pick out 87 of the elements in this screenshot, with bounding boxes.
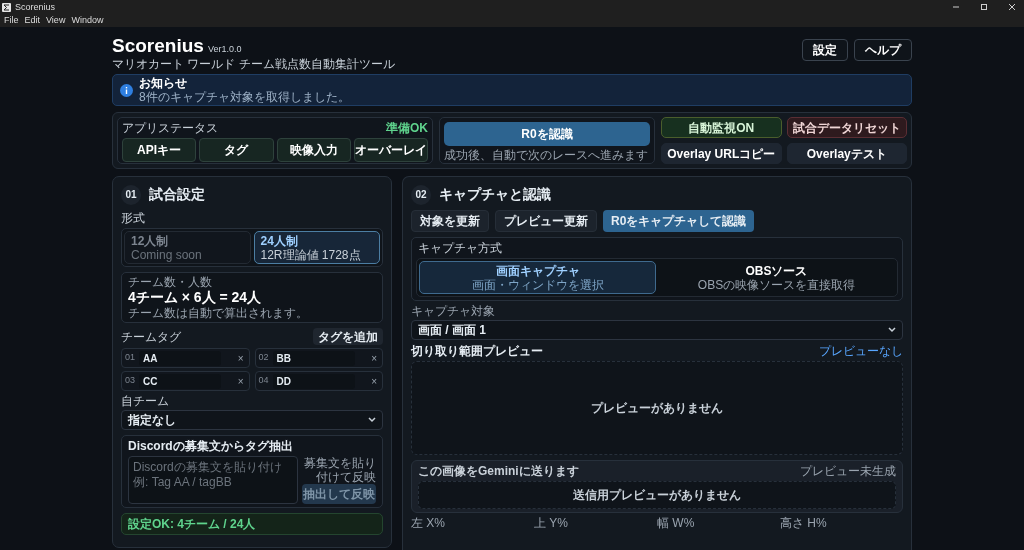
menu-item[interactable]: Window xyxy=(71,15,104,26)
format-subtitle: Coming soon xyxy=(131,248,203,262)
method-option[interactable]: 画面キャプチャ 画面・ウィンドウを選択 xyxy=(419,261,656,294)
format-title: 24人制 xyxy=(260,234,299,248)
gemini-title: この画像をGeminiに送ります xyxy=(418,464,579,478)
capture-action-button[interactable]: 対象を更新 xyxy=(411,210,489,232)
field-label: 左 X% xyxy=(411,516,446,530)
action-button[interactable]: Overlay URLコピー xyxy=(661,143,782,164)
menu-item[interactable]: File xyxy=(4,15,19,26)
app-title: Scorenius xyxy=(112,35,204,57)
close-icon[interactable] xyxy=(1008,3,1016,11)
capture-action-button[interactable]: R0をキャプチャして認識 xyxy=(603,210,755,232)
status-item-button[interactable]: 映像入力 xyxy=(276,138,351,162)
tag-input[interactable]: BB xyxy=(272,350,355,366)
menu-item[interactable]: View xyxy=(46,15,66,26)
info-icon xyxy=(120,83,133,97)
tag-input[interactable]: AA xyxy=(139,350,221,366)
header-button[interactable]: 設定 xyxy=(802,39,848,61)
field-label: 上 Y% xyxy=(534,516,569,530)
method-title: 画面キャプチャ xyxy=(495,263,580,278)
section-title: キャプチャと認識 xyxy=(439,185,551,204)
method-option[interactable]: OBSソース OBSの映像ソースを直接取得 xyxy=(658,261,895,294)
notice-message: 8件のキャプチャ対象を取得しました。 xyxy=(139,90,350,104)
field-label: 高さ H% xyxy=(780,516,828,530)
minimize-icon[interactable] xyxy=(952,3,960,11)
header-button[interactable]: ヘルプ xyxy=(854,39,912,61)
field-label: 形式 xyxy=(121,211,146,225)
team-count-note: チーム数は自動で算出されます。 xyxy=(128,306,309,320)
version-label: Ver1.0.0 xyxy=(207,44,242,55)
app-subtitle: マリオカート ワールド チーム戦点数自動集計ツール xyxy=(112,57,395,71)
remove-tag-button[interactable]: × xyxy=(371,350,379,366)
gemini-empty-message: 送信用プレビューがありません xyxy=(573,487,741,504)
field-label: 幅 W% xyxy=(657,516,696,530)
preview-empty-message: プレビューがありません xyxy=(591,400,723,417)
field-label: キャプチャ対象 xyxy=(411,304,496,318)
team-count-label: チーム数・人数 xyxy=(128,275,213,289)
format-subtitle: 12R理論値 1728点 xyxy=(260,248,362,262)
action-button[interactable]: Overlayテスト xyxy=(786,143,907,164)
preview-status: プレビューなし xyxy=(819,344,903,358)
capture-target-select[interactable]: 画面 / 画面 1 xyxy=(411,320,903,340)
method-title: OBSソース xyxy=(745,263,808,278)
method-label: キャプチャ方式 xyxy=(417,241,503,255)
own-team-select[interactable]: 指定なし xyxy=(121,410,383,430)
recognize-hint: 成功後、自動で次のレースへ進みます xyxy=(444,148,649,162)
status-value: 準備OK xyxy=(386,120,428,135)
recognize-button[interactable]: R0を認識 xyxy=(444,122,650,146)
remove-tag-button[interactable]: × xyxy=(237,350,246,366)
preview-title: 切り取り範囲プレビュー xyxy=(411,344,543,358)
action-button[interactable]: 試合データリセット xyxy=(786,117,907,138)
format-option[interactable]: 12人制 Coming soon xyxy=(124,231,251,264)
remove-tag-button[interactable]: × xyxy=(371,373,379,389)
method-subtitle: OBSの映像ソースを直接取得 xyxy=(697,277,856,292)
discord-hint: 募集文を貼り付けて反映 xyxy=(303,456,376,484)
format-title: 12人制 xyxy=(131,234,170,248)
chevron-down-icon xyxy=(368,417,376,423)
remove-tag-button[interactable]: × xyxy=(237,373,246,389)
tag-input[interactable]: CC xyxy=(139,373,221,389)
discord-text-field[interactable]: Discordの募集文を貼り付け 例: Tag AA / tagBB xyxy=(128,456,298,504)
chevron-down-icon xyxy=(888,327,896,333)
tag-index: 04 xyxy=(258,374,270,388)
format-option[interactable]: 24人制 12R理論値 1728点 xyxy=(253,231,380,264)
notice-title: お知らせ xyxy=(139,76,188,90)
tag-index: 03 xyxy=(125,374,136,388)
status-label: アプリステータス xyxy=(122,120,218,135)
gemini-status: プレビュー未生成 xyxy=(800,464,896,478)
discord-title: Discordの募集文からタグ抽出 xyxy=(128,439,294,453)
field-label: チームタグ xyxy=(121,329,181,344)
tag-index: 02 xyxy=(258,351,270,365)
maximize-icon[interactable] xyxy=(980,3,988,11)
tag-index: 01 xyxy=(125,351,136,365)
status-item-button[interactable]: オーバーレイ xyxy=(353,138,428,162)
status-item-button[interactable]: タグ xyxy=(199,138,274,162)
menu-item[interactable]: Edit xyxy=(24,15,41,26)
add-tag-button[interactable]: タグを追加 xyxy=(313,328,383,345)
tag-input[interactable]: DD xyxy=(272,373,355,389)
method-subtitle: 画面・ウィンドウを選択 xyxy=(471,277,604,292)
section-title: 試合設定 xyxy=(149,185,205,204)
section-number: 01 xyxy=(121,184,141,205)
status-message: 設定OK: 4チーム / 24人 xyxy=(121,513,383,535)
status-item-button[interactable]: APIキー xyxy=(122,138,197,162)
capture-action-button[interactable]: プレビュー更新 xyxy=(495,210,597,232)
extract-button[interactable]: 抽出して反映 xyxy=(302,484,376,504)
section-number: 02 xyxy=(411,184,431,205)
field-label: 自チーム xyxy=(121,394,170,408)
action-button[interactable]: 自動監視ON xyxy=(661,117,782,138)
window-title: Scorenius xyxy=(15,1,56,13)
team-count-value: 4チーム × 6人 = 24人 xyxy=(128,289,263,306)
